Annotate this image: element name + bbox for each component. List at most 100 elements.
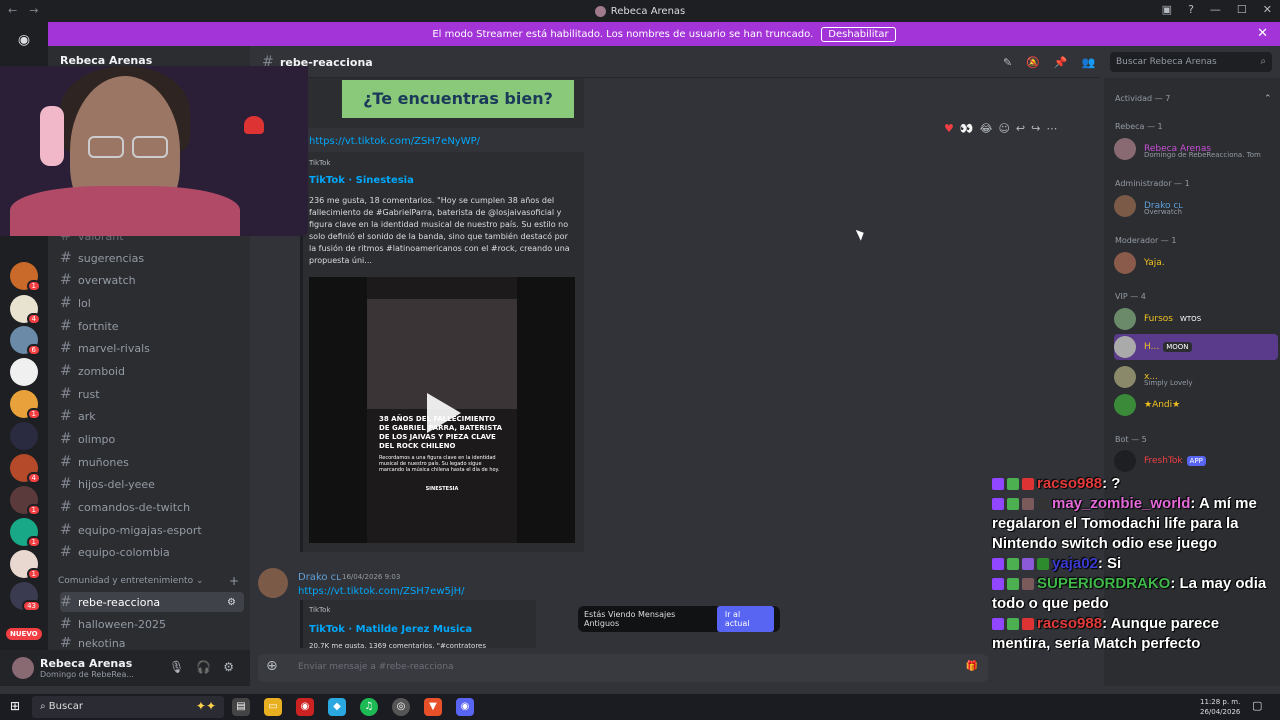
close-button[interactable]: ✕ bbox=[1263, 3, 1272, 16]
eyes-reaction-icon[interactable]: 👀 bbox=[960, 122, 974, 135]
channel-item[interactable]: # nekotina bbox=[60, 637, 244, 649]
x-badge-icon bbox=[1037, 558, 1049, 571]
help-icon[interactable]: ? bbox=[1188, 3, 1194, 16]
disable-streamer-button[interactable]: Deshabilitar bbox=[821, 26, 896, 42]
member-item[interactable]: Rebeca Arenas Domingo de RebeReacciona. T… bbox=[1114, 136, 1261, 162]
channel-item[interactable]: # rust bbox=[60, 384, 244, 404]
collapse-icon[interactable]: ⌃ bbox=[1264, 94, 1272, 104]
server-icon[interactable]: 1 bbox=[10, 262, 41, 292]
avatar bbox=[1114, 394, 1136, 416]
channel-item-active[interactable]: # rebe-reacciona ⚙ bbox=[60, 592, 244, 612]
server-icon[interactable] bbox=[10, 358, 38, 386]
message-link[interactable]: https://vt.tiktok.com/ZSH7ew5jH/ bbox=[298, 586, 465, 597]
search-input[interactable]: Buscar Rebeca Arenas ⌕ bbox=[1110, 52, 1272, 72]
reply-icon[interactable]: ↩ bbox=[1016, 122, 1025, 135]
windows-start-icon[interactable]: ⊞ bbox=[10, 699, 20, 713]
embed-video[interactable]: 38 AÑOS DEL FALLECIMIENTO DE GABRIEL PAR… bbox=[309, 277, 575, 543]
user-status: Domingo de RebeRea... bbox=[40, 670, 134, 679]
minimize-button[interactable]: — bbox=[1210, 3, 1221, 16]
pinned-icon[interactable]: 📌 bbox=[1054, 56, 1068, 69]
member-item[interactable]: Fursos WTOS bbox=[1114, 306, 1205, 332]
file-explorer-icon[interactable]: ▭ bbox=[264, 698, 282, 716]
member-group-header: Moderador — 1 bbox=[1115, 236, 1177, 245]
member-item[interactable]: Drako ᴄʟ Overwatch bbox=[1114, 193, 1183, 219]
channel-item[interactable]: # olimpo bbox=[60, 429, 244, 449]
twitch-badge-icon bbox=[992, 498, 1004, 511]
discord-home-icon[interactable]: ◉ bbox=[12, 28, 36, 52]
embed-title[interactable]: TikTok · Sinestesia bbox=[309, 175, 414, 186]
forward-icon[interactable]: → bbox=[29, 4, 38, 17]
channel-settings-icon[interactable]: ⚙ bbox=[227, 597, 236, 608]
channel-item[interactable]: # equipo-colombia bbox=[60, 542, 244, 562]
headphones-icon[interactable]: 🎧 bbox=[196, 660, 211, 674]
member-list-icon[interactable]: 👥 bbox=[1082, 56, 1096, 69]
member-item[interactable]: H... MOON bbox=[1114, 334, 1278, 360]
category-header[interactable]: Comunidad y entretenimiento ⌄ bbox=[58, 576, 204, 586]
embed-title[interactable]: TikTok · Matilde Jerez Musica bbox=[309, 624, 472, 635]
server-icon[interactable] bbox=[10, 422, 38, 450]
user-avatar[interactable] bbox=[12, 657, 34, 679]
inbox-icon[interactable]: ▣ bbox=[1162, 3, 1172, 16]
maximize-button[interactable]: ☐ bbox=[1237, 3, 1247, 16]
back-icon[interactable]: ← bbox=[8, 4, 17, 17]
message-link[interactable]: https://vt.tiktok.com/ZSH7eNyWP/ bbox=[309, 136, 480, 147]
server-icon[interactable]: 6 bbox=[10, 326, 41, 356]
channel-item[interactable]: # sugerencias bbox=[60, 248, 244, 268]
windows-taskbar: ⊞ ⌕ Buscar ✦✦ ▤ ▭ ◉ ◆ ♫ ◎ ▼ ◉ 11:28 p. m.… bbox=[0, 694, 1280, 720]
close-banner-icon[interactable]: ✕ bbox=[1257, 26, 1268, 41]
server-icon[interactable]: 43 bbox=[10, 582, 41, 612]
attach-plus-icon[interactable]: ⊕ bbox=[266, 658, 278, 674]
taskbar-clock[interactable]: 11:28 p. m. 26/04/2026 bbox=[1200, 697, 1240, 717]
notification-icon[interactable]: ▢ bbox=[1252, 699, 1262, 712]
server-icon[interactable]: 4 bbox=[10, 454, 41, 484]
channel-item[interactable]: # zomboid bbox=[60, 361, 244, 381]
play-icon[interactable] bbox=[427, 393, 461, 433]
channel-item[interactable]: # fortnite bbox=[60, 316, 244, 336]
channel-item[interactable]: # ark bbox=[60, 406, 244, 426]
jump-to-present-button[interactable]: Ir al actual bbox=[716, 606, 774, 632]
message-author[interactable]: Drako ᴄʟ bbox=[298, 572, 341, 583]
spotify-icon[interactable]: ♫ bbox=[360, 698, 378, 716]
server-icon[interactable]: 1 bbox=[10, 518, 41, 548]
app-icon[interactable]: ◆ bbox=[328, 698, 346, 716]
task-view-icon[interactable]: ▤ bbox=[232, 698, 250, 716]
channel-item[interactable]: # lol bbox=[60, 293, 244, 313]
brave-icon[interactable]: ▼ bbox=[424, 698, 442, 716]
add-channel-icon[interactable]: + bbox=[229, 574, 239, 588]
notifications-icon[interactable]: 🔕 bbox=[1026, 56, 1040, 69]
gift-icon[interactable]: 🎁 bbox=[966, 661, 978, 672]
embed-image[interactable]: ¿Te encuentras bien? bbox=[342, 80, 574, 118]
channel-item[interactable]: # hijos-del-yeee bbox=[60, 474, 244, 494]
avatar[interactable] bbox=[258, 568, 288, 598]
nav-arrows[interactable]: ← → bbox=[8, 4, 50, 17]
channel-item[interactable]: # equipo-migajas-esport bbox=[60, 520, 244, 540]
server-icon[interactable]: 1 bbox=[10, 486, 41, 516]
old-messages-bar: Estás Viendo Mensajes Antiguos Ir al act… bbox=[578, 606, 780, 632]
app-icon[interactable]: ◎ bbox=[392, 698, 410, 716]
channel-item[interactable]: # muñones bbox=[60, 452, 244, 472]
server-icon[interactable]: 1 bbox=[10, 550, 41, 580]
laugh-reaction-icon[interactable]: 😂 bbox=[980, 122, 993, 135]
forward-icon[interactable]: ↪ bbox=[1031, 122, 1040, 135]
message-composer[interactable]: ⊕ Enviar mensaje a #rebe-reacciona 🎁 bbox=[258, 654, 988, 682]
member-item[interactable]: ★Andi★ bbox=[1114, 392, 1180, 418]
channel-item[interactable]: # comandos-de-twitch bbox=[60, 497, 244, 517]
member-item[interactable]: FreshTok APP bbox=[1114, 448, 1206, 474]
server-icon[interactable]: 1 bbox=[10, 390, 41, 420]
taskbar-search[interactable]: ⌕ Buscar ✦✦ bbox=[32, 696, 224, 718]
heart-reaction-icon[interactable]: ♥ bbox=[944, 122, 954, 135]
channel-item[interactable]: # overwatch bbox=[60, 270, 244, 290]
channel-item[interactable]: # halloween-2025 bbox=[60, 614, 244, 634]
more-icon[interactable]: ⋯ bbox=[1046, 122, 1057, 135]
member-item[interactable]: x... Simply Lovely bbox=[1114, 364, 1193, 390]
threads-icon[interactable]: ✎ bbox=[1003, 56, 1012, 69]
app-icon[interactable]: ◉ bbox=[296, 698, 314, 716]
channel-item[interactable]: # marvel-rivals bbox=[60, 338, 244, 358]
server-icon[interactable]: 4 bbox=[10, 295, 41, 325]
message-timestamp: 16/04/2026 9:03 bbox=[342, 573, 401, 581]
microphone-icon[interactable]: 🎙 bbox=[169, 660, 184, 674]
settings-gear-icon[interactable]: ⚙ bbox=[223, 660, 234, 674]
add-reaction-icon[interactable]: ☺ bbox=[998, 122, 1009, 135]
discord-icon[interactable]: ◉ bbox=[456, 698, 474, 716]
member-item[interactable]: Yaja. bbox=[1114, 250, 1165, 276]
